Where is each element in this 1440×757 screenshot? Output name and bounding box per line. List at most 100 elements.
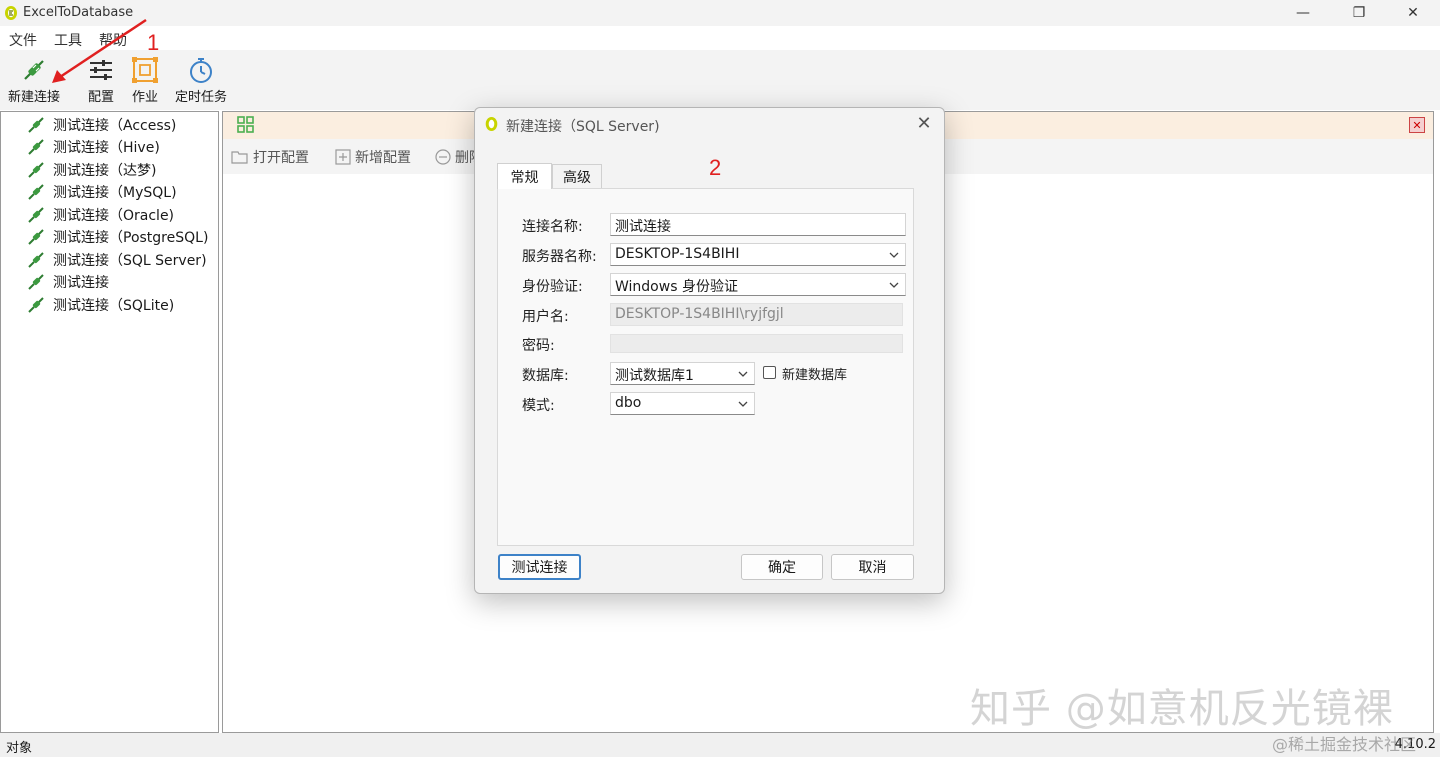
username-label: 用户名: [522,309,569,325]
new-connection-label: 新建连接 [8,90,61,105]
grid-icon [237,116,254,133]
annotation-step-1: 1 [147,30,160,55]
server-name-label: 服务器名称: [522,249,597,265]
auth-select[interactable]: Windows 身份验证 [610,273,906,296]
connection-tree: 测试连接（Access) 测试连接（Hive) 测试连接（达梦) 测试连接（My… [0,111,219,733]
tree-item-label: 测试连接（达梦) [53,163,157,179]
tree-item-label: 测试连接（Hive) [53,140,160,156]
chevron-down-icon [738,401,748,407]
new-database-label: 新建数据库 [782,368,848,383]
title-bar: ExcelToDatabase — ❐ ✕ [0,0,1440,26]
tree-item-label: 测试连接（Access) [53,118,177,134]
job-button[interactable]: 作业 [131,56,159,105]
tree-item-sqlserver[interactable]: 测试连接（SQL Server) [27,250,207,270]
tree-item-hive[interactable]: 测试连接（Hive) [27,137,160,157]
server-name-value: DESKTOP-1S4BIHI [615,246,740,262]
schema-value: dbo [615,395,642,411]
main-toolbar: 新建连接 配置 作业 定时任务 [0,50,1440,110]
new-connection-dialog: 新建连接（SQL Server) ✕ 2 常规 高级 连接名称: 测试连接 服务… [474,107,945,594]
tree-item-label: 测试连接（SQLite) [53,298,175,314]
tree-item-sqlite[interactable]: 测试连接（SQLite) [27,295,174,315]
close-window-button[interactable]: ✕ [1390,0,1436,26]
new-connection-button[interactable]: 新建连接 [8,56,60,105]
restore-icon: ❐ [1352,5,1366,21]
password-input[interactable] [610,334,903,353]
close-icon: ✕ [1412,118,1422,132]
minimize-button[interactable]: — [1280,0,1326,26]
minus-circle-icon [435,149,451,165]
sliders-icon [90,60,112,80]
close-icon: ✕ [916,112,932,134]
database-select[interactable]: 测试数据库1 [610,362,755,385]
username-input[interactable]: DESKTOP-1S4BIHI\ryjfgjl [610,303,903,326]
connection-icon [28,139,44,155]
menu-file[interactable]: 文件 [9,30,37,50]
add-config-label: 新增配置 [355,150,411,166]
tree-item-mysql[interactable]: 测试连接（MySQL) [27,182,177,202]
tab-advanced[interactable]: 高级 [552,164,602,189]
connection-icon [28,297,44,313]
close-panel-button[interactable]: ✕ [1409,117,1425,133]
tree-item-oracle[interactable]: 测试连接（Oracle) [27,205,174,225]
dialog-close-button[interactable]: ✕ [912,111,936,135]
watermark: 知乎 @如意机反光镜裸 [970,686,1394,732]
status-object: 对象 [6,741,33,756]
test-connection-button[interactable]: 测试连接 [498,554,581,580]
menu-help[interactable]: 帮助 [99,30,127,50]
restore-button[interactable]: ❐ [1336,0,1382,26]
scheduled-task-button[interactable]: 定时任务 [175,56,227,105]
tree-item-label: 测试连接 [53,275,109,291]
new-database-checkbox[interactable] [763,366,776,379]
connection-name-label: 连接名称: [522,219,583,235]
config-button[interactable]: 配置 [87,56,115,105]
tree-item-generic[interactable]: 测试连接 [27,272,109,292]
auth-value: Windows 身份验证 [615,279,738,295]
chevron-down-icon [889,282,899,288]
scheduled-task-label: 定时任务 [175,90,228,105]
job-icon [132,57,158,83]
open-config-label: 打开配置 [253,150,309,166]
cancel-button[interactable]: 取消 [831,554,914,580]
connection-icon [28,207,44,223]
stopwatch-icon [190,58,212,83]
open-config-button[interactable]: 打开配置 [231,147,309,167]
annotation-step-2: 2 [709,155,722,180]
app-logo-icon [485,117,498,131]
schema-select[interactable]: dbo [610,392,755,415]
connection-name-input[interactable]: 测试连接 [610,213,906,236]
server-name-select[interactable]: DESKTOP-1S4BIHI [610,243,906,266]
connection-icon [28,184,44,200]
close-icon: ✕ [1407,5,1419,21]
tree-item-label: 测试连接（Oracle) [53,208,175,224]
tree-item-label: 测试连接（PostgreSQL) [53,230,209,246]
app-logo-icon [5,6,17,20]
database-value: 测试数据库1 [615,368,694,384]
plug-connection-icon [24,60,44,80]
plus-box-icon [335,149,351,165]
job-label: 作业 [131,90,158,105]
tab-general[interactable]: 常规 [497,163,552,189]
dialog-title: 新建连接（SQL Server) [506,119,660,135]
connection-icon [28,252,44,268]
tree-item-label: 测试连接（SQL Server) [53,253,207,269]
password-label: 密码: [522,338,555,354]
tab-general-label: 常规 [510,169,539,186]
connection-icon [28,162,44,178]
menu-bar: 文件 工具 帮助 [0,26,1440,50]
tree-item-dameng[interactable]: 测试连接（达梦) [27,160,156,180]
tree-item-label: 测试连接（MySQL) [53,185,177,201]
ok-button[interactable]: 确定 [741,554,823,580]
connection-icon [28,117,44,133]
tree-item-postgresql[interactable]: 测试连接（PostgreSQL) [27,227,208,247]
config-label: 配置 [87,90,114,105]
chevron-down-icon [738,371,748,377]
auth-label: 身份验证: [522,279,583,295]
status-bar: 对象 4.10.2 [0,733,1440,757]
folder-open-icon [231,151,248,164]
add-config-button[interactable]: 新增配置 [335,147,411,167]
menu-tools[interactable]: 工具 [54,30,82,50]
tree-item-access[interactable]: 测试连接（Access) [27,115,176,135]
schema-label: 模式: [522,398,555,414]
connection-icon [28,274,44,290]
minimize-icon: — [1296,5,1310,21]
